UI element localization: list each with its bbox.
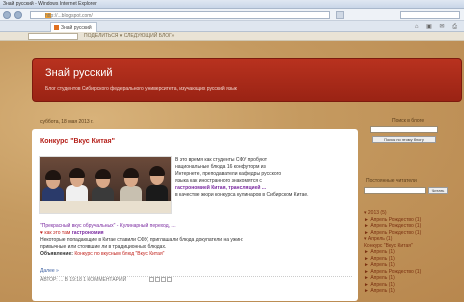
post-photo[interactable] <box>39 156 172 214</box>
intro-line: В это время как студенты СФУ пробуют <box>175 157 268 163</box>
intro-highlight-link[interactable]: гастрономией Китая, трансляцией ... <box>175 185 353 192</box>
window-title: Знай русский - Windows Internet Explorer <box>3 1 97 7</box>
person-shape <box>149 166 165 176</box>
address-text: http://...blogspot.com/ <box>45 13 93 19</box>
blog-search-input[interactable] <box>370 126 438 133</box>
person-shape <box>45 170 61 180</box>
intro-line: Интернете, преподаватели кафедры русског… <box>175 171 282 177</box>
share-buttons <box>148 277 172 283</box>
body-line: "Прекрасный вкус обручальных" - Кулинарн… <box>40 223 176 229</box>
body-line-prefix: ♥ как это там <box>40 230 71 236</box>
person-shape <box>123 168 139 178</box>
blog-search-button[interactable]: Поиск по этому блогу <box>372 136 436 143</box>
post-card: Конкурс "Вкус Китая" В это время как сту… <box>32 129 358 301</box>
browser-navbar: http://...blogspot.com/ <box>0 9 464 21</box>
email-share-icon[interactable] <box>148 277 154 283</box>
twitter-share-icon[interactable] <box>160 277 166 283</box>
tab-label: Знай русский <box>61 25 92 31</box>
search-widget-title: Поиск в блоге <box>392 118 425 124</box>
blog-share-icon[interactable] <box>154 277 160 283</box>
body-line: Объявление: Конкурс по вкусным блюд "Вку… <box>40 251 352 258</box>
blogger-navbar: ПОДЕЛИТЬСЯ ▾ СЛЕДУЮЩИЙ БЛОГ» <box>0 32 464 41</box>
read-more-link[interactable]: Далее » <box>40 268 59 274</box>
tab-bar: Знай русский ⌂ ▣ ✉ ⎙ <box>0 21 464 32</box>
intro-line: национальные блюда 16 конфуторм из <box>175 164 266 170</box>
blogger-tab-icon <box>54 25 59 30</box>
follow-button[interactable]: Читать <box>428 187 448 194</box>
followers-input[interactable] <box>364 187 426 194</box>
post-body: "Прекрасный вкус обручальных" - Кулинарн… <box>40 223 352 258</box>
archive-item[interactable]: ► Апрель (1) <box>364 288 421 295</box>
body-line: привычные или стоявшие ли в традиционных… <box>40 244 167 250</box>
blog-archive: ▾ 2013 (5) ► Апрель Рождество (1) ► Апре… <box>364 210 421 295</box>
window-titlebar: Знай русский - Windows Internet Explorer <box>0 0 464 9</box>
browser-search-box[interactable] <box>400 11 460 19</box>
tab-blog[interactable]: Знай русский <box>50 22 97 32</box>
intro-line: языка как иностранного знакомятся с <box>175 178 262 184</box>
table-shape <box>40 201 171 213</box>
followers-widget-title: Постоянные читатели <box>366 178 417 184</box>
body-line: ♥ как это там гастрономия <box>40 230 352 237</box>
intro-tail: в качестве жюри конкурса кулинаров в Сиб… <box>175 192 309 198</box>
post-date: суббота, 18 мая 2013 г. <box>40 119 94 125</box>
blog-header: Знай русский Блог студентов Сибирского ф… <box>32 58 462 102</box>
post-title[interactable]: Конкурс "Вкус Китая" <box>40 138 115 145</box>
body-line: Некоторые попадающие в Китае ставили СФУ… <box>40 237 244 243</box>
announcement-link[interactable]: Конкурс по вкусным блюд "Вкус Китая" <box>74 251 164 257</box>
forward-arrow-icon[interactable] <box>14 11 22 19</box>
archive-item[interactable]: ► Апрель Рождество (1) <box>364 223 421 230</box>
address-bar[interactable]: http://...blogspot.com/ <box>30 11 330 19</box>
blog-title[interactable]: Знай русский <box>45 67 113 79</box>
blogger-search-input[interactable] <box>28 33 78 40</box>
blog-description: Блог студентов Сибирского федерального у… <box>45 86 237 92</box>
announcement-label: Объявление: <box>40 251 73 257</box>
toolbar-icons[interactable]: ⌂ ▣ ✉ ⎙ <box>415 23 460 31</box>
body-line-highlight: гастрономия <box>71 230 104 236</box>
facebook-share-icon[interactable] <box>166 277 172 283</box>
post-footer: АВТОР: ... В 19:18 1 КОММЕНТАРИЙ <box>40 276 352 284</box>
refresh-icon[interactable] <box>336 11 344 19</box>
person-shape <box>95 169 111 179</box>
back-arrow-icon[interactable] <box>3 11 11 19</box>
post-meta[interactable]: АВТОР: ... В 19:18 1 КОММЕНТАРИЙ <box>40 277 126 283</box>
blogger-nav-links[interactable]: ПОДЕЛИТЬСЯ ▾ СЛЕДУЮЩИЙ БЛОГ» <box>84 33 174 39</box>
post-intro: В это время как студенты СФУ пробуют нац… <box>175 157 353 199</box>
person-shape <box>69 168 85 178</box>
